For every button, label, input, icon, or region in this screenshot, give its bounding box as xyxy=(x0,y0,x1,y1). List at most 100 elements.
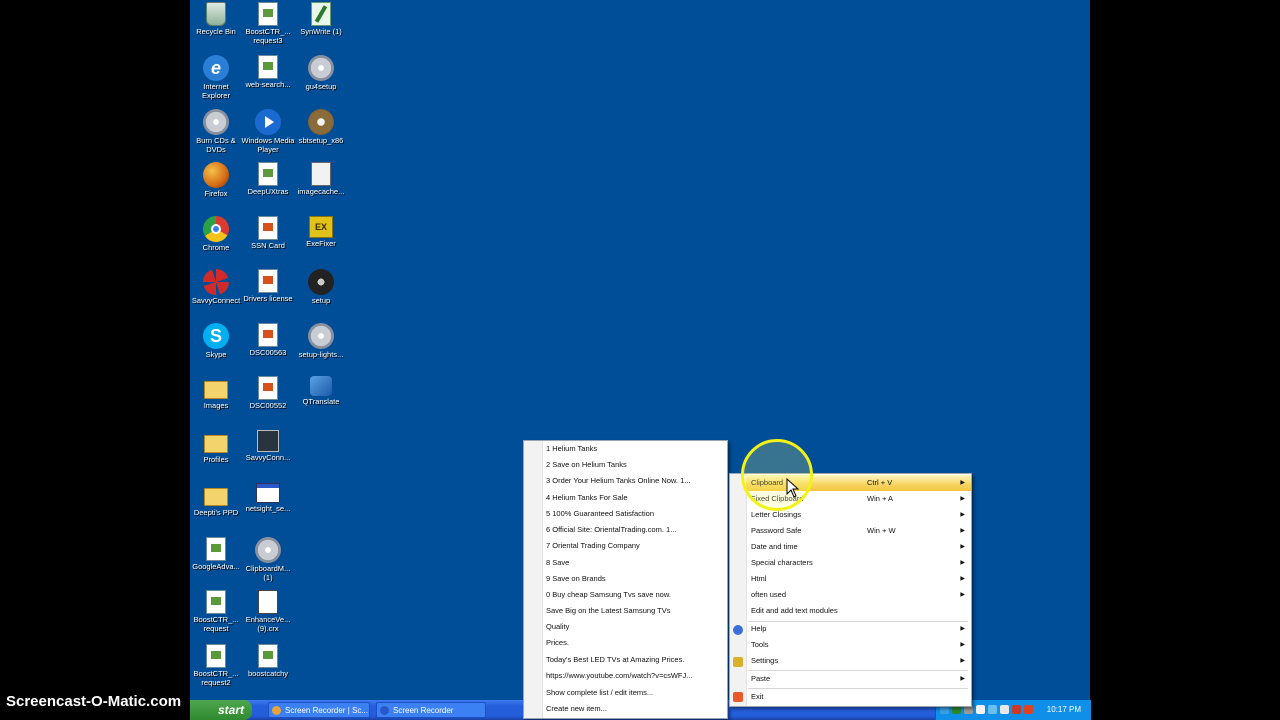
clip-item[interactable]: Quality xyxy=(546,619,724,635)
desktop-icon-burn-cds[interactable]: Burn CDs & DVDs xyxy=(189,107,243,154)
menu-item-date-and-time[interactable]: Date and time ▶ xyxy=(746,539,971,555)
desktop-icon-skype[interactable]: S Skype xyxy=(189,321,243,360)
desktop-icon-boostctr-request3[interactable]: BoostCTR_... request3 xyxy=(241,0,295,45)
desktop-icon-windows-media-player[interactable]: Windows Media Player xyxy=(241,107,295,154)
setup-icon xyxy=(308,55,334,81)
desktop-icon-clipboardm[interactable]: ClipboardM... (1) xyxy=(241,535,295,582)
desktop-icon-web-search[interactable]: web-search... xyxy=(241,53,295,90)
letterbox-left xyxy=(0,0,190,720)
desktop-icon-internet-explorer[interactable]: e Internet Explorer xyxy=(189,53,243,100)
tray-app-icon[interactable] xyxy=(1000,705,1009,714)
disc-icon xyxy=(308,269,334,295)
show-complete-list-item[interactable]: Show complete list / edit items... xyxy=(546,685,724,701)
document-icon xyxy=(258,269,278,293)
help-icon xyxy=(733,625,743,635)
clip-item[interactable]: 2 Save on Helium Tanks xyxy=(546,457,724,473)
clip-item[interactable]: Today's Best LED TVs at Amazing Prices. xyxy=(546,652,724,668)
desktop-icon-savvyconn[interactable]: SavvyConn... xyxy=(241,428,295,463)
settings-icon xyxy=(733,657,743,667)
clip-item[interactable]: 5 100% Guaranteed Satisfaction xyxy=(546,506,724,522)
clip-item[interactable]: 3 Order Your Helium Tanks Online Now. 1.… xyxy=(546,473,724,489)
desktop-icon-imagecache[interactable]: imagecache... xyxy=(294,160,348,197)
tray-app-icon[interactable] xyxy=(976,705,985,714)
document-icon xyxy=(258,644,278,668)
desktop-icon-boostctr-request[interactable]: BoostCTR_... request xyxy=(189,588,243,633)
desktop-icon-deeptis-ppd[interactable]: Deepti's PPD xyxy=(189,481,243,518)
menu-item-password-safe[interactable]: Password Safe Win + W ▶ xyxy=(746,523,971,539)
desktop-icon-googleadva[interactable]: GoogleAdva... xyxy=(189,535,243,572)
desktop-icon-firefox[interactable]: Firefox xyxy=(189,160,243,199)
editor-icon xyxy=(311,2,331,26)
menu-item-paste[interactable]: Paste ▶ xyxy=(746,671,971,687)
desktop-icon-qtranslate[interactable]: QTranslate xyxy=(294,374,348,407)
menu-item-special-characters[interactable]: Special characters ▶ xyxy=(746,555,971,571)
desktop-icon-savvyconnect[interactable]: SavvyConnect xyxy=(189,267,243,306)
clip-item[interactable]: https://www.youtube.com/watch?v=csWFJ... xyxy=(546,668,724,684)
recorder-icon xyxy=(380,706,389,715)
clip-item[interactable]: 1 Helium Tanks xyxy=(546,441,724,457)
clip-item[interactable]: 9 Save on Brands xyxy=(546,571,724,587)
document-icon xyxy=(206,644,226,668)
archive-icon xyxy=(311,162,331,186)
desktop-icon-recycle-bin[interactable]: Recycle Bin xyxy=(189,0,243,37)
document-icon xyxy=(258,162,278,186)
crx-file-icon xyxy=(258,590,278,614)
desktop-icon-deepuxtras[interactable]: DeepUXtras xyxy=(241,160,295,197)
clip-item[interactable]: 0 Buy cheap Samsung Tvs save now. xyxy=(546,587,724,603)
desktop-icon-setup[interactable]: setup xyxy=(294,267,348,306)
desktop-icon-chrome[interactable]: Chrome xyxy=(189,214,243,253)
desktop-icon-profiles[interactable]: Profiles xyxy=(189,428,243,465)
create-new-item[interactable]: Create new item... xyxy=(546,701,724,717)
menu-item-exit[interactable]: Exit xyxy=(746,689,971,705)
tray-skype-icon[interactable] xyxy=(988,705,997,714)
clip-item[interactable]: 7 Oriental Trading Company xyxy=(546,538,724,554)
submenu-arrow-icon: ▶ xyxy=(960,496,965,502)
submenu-arrow-icon: ▶ xyxy=(960,676,965,682)
start-button[interactable]: start xyxy=(190,700,252,720)
menu-item-help[interactable]: Help ▶ xyxy=(746,621,971,637)
menu-item-settings[interactable]: Settings ▶ xyxy=(746,653,971,669)
clip-item[interactable]: 6 Official Site: OrientalTrading.com. 1.… xyxy=(546,522,724,538)
media-player-icon xyxy=(255,109,281,135)
menu-item-tools[interactable]: Tools ▶ xyxy=(746,637,971,653)
submenu-arrow-icon: ▶ xyxy=(960,576,965,582)
desktop-icon-images[interactable]: Images xyxy=(189,374,243,411)
desktop-icon-dsc00563[interactable]: DSC00563 xyxy=(241,321,295,358)
submenu-arrow-icon: ▶ xyxy=(960,626,965,632)
desktop-icon-dsc00552[interactable]: DSC00552 xyxy=(241,374,295,411)
menu-item-often-used[interactable]: often used ▶ xyxy=(746,587,971,603)
folder-icon xyxy=(204,381,228,399)
desktop-icon-synwrite[interactable]: SynWrite (1) xyxy=(294,0,348,37)
desktop-icon-sbtsetup[interactable]: sbtsetup_x86 xyxy=(294,107,348,146)
tray-app-icon[interactable] xyxy=(1024,705,1033,714)
desktop-icon-netsight[interactable]: netsight_se... xyxy=(241,481,295,514)
submenu-arrow-icon: ▶ xyxy=(960,480,965,486)
desktop-icon-boostcatchy[interactable]: boostcatchy xyxy=(241,642,295,679)
menu-item-html[interactable]: Html ▶ xyxy=(746,571,971,587)
desktop-icon-drivers-license[interactable]: Drivers license xyxy=(241,267,295,304)
qtranslate-icon xyxy=(310,376,332,396)
clip-item[interactable]: 8 Save xyxy=(546,555,724,571)
clock[interactable]: 10:17 PM xyxy=(1047,700,1081,720)
scanner-icon xyxy=(257,430,279,452)
watermark: Screencast-O-Matic.com xyxy=(6,693,182,710)
desktop-icon-ssn-card[interactable]: SSN Card xyxy=(241,214,295,251)
submenu-arrow-icon: ▶ xyxy=(960,544,965,550)
desktop-icon-setup-lights[interactable]: setup-lights... xyxy=(294,321,348,360)
clip-item[interactable]: 4 Helium Tanks For Sale xyxy=(546,490,724,506)
chrome-icon xyxy=(203,216,229,242)
tray-security-icon[interactable] xyxy=(1012,705,1021,714)
desktop-icon-exefixer[interactable]: EX ExeFixer xyxy=(294,214,348,249)
submenu-arrow-icon: ▶ xyxy=(960,528,965,534)
taskbar-button-screen-recorder-1[interactable]: Screen Recorder | Sc... xyxy=(268,702,370,718)
menu-item-edit-text-modules[interactable]: Edit and add text modules xyxy=(746,603,971,619)
clip-item[interactable]: Save Big on the Latest Samsung TVs xyxy=(546,603,724,619)
desktop-icon-gu4setup[interactable]: gu4setup xyxy=(294,53,348,92)
taskbar-button-screen-recorder-2[interactable]: Screen Recorder xyxy=(376,702,486,718)
desktop-icon-enhanceve[interactable]: EnhanceVe... (9).crx xyxy=(241,588,295,633)
document-icon xyxy=(258,216,278,240)
clip-item[interactable]: Prices. xyxy=(546,635,724,651)
program-icon xyxy=(258,55,278,79)
desktop-icon-boostctr-request2[interactable]: BoostCTR_... request2 xyxy=(189,642,243,687)
exit-icon xyxy=(733,692,743,702)
